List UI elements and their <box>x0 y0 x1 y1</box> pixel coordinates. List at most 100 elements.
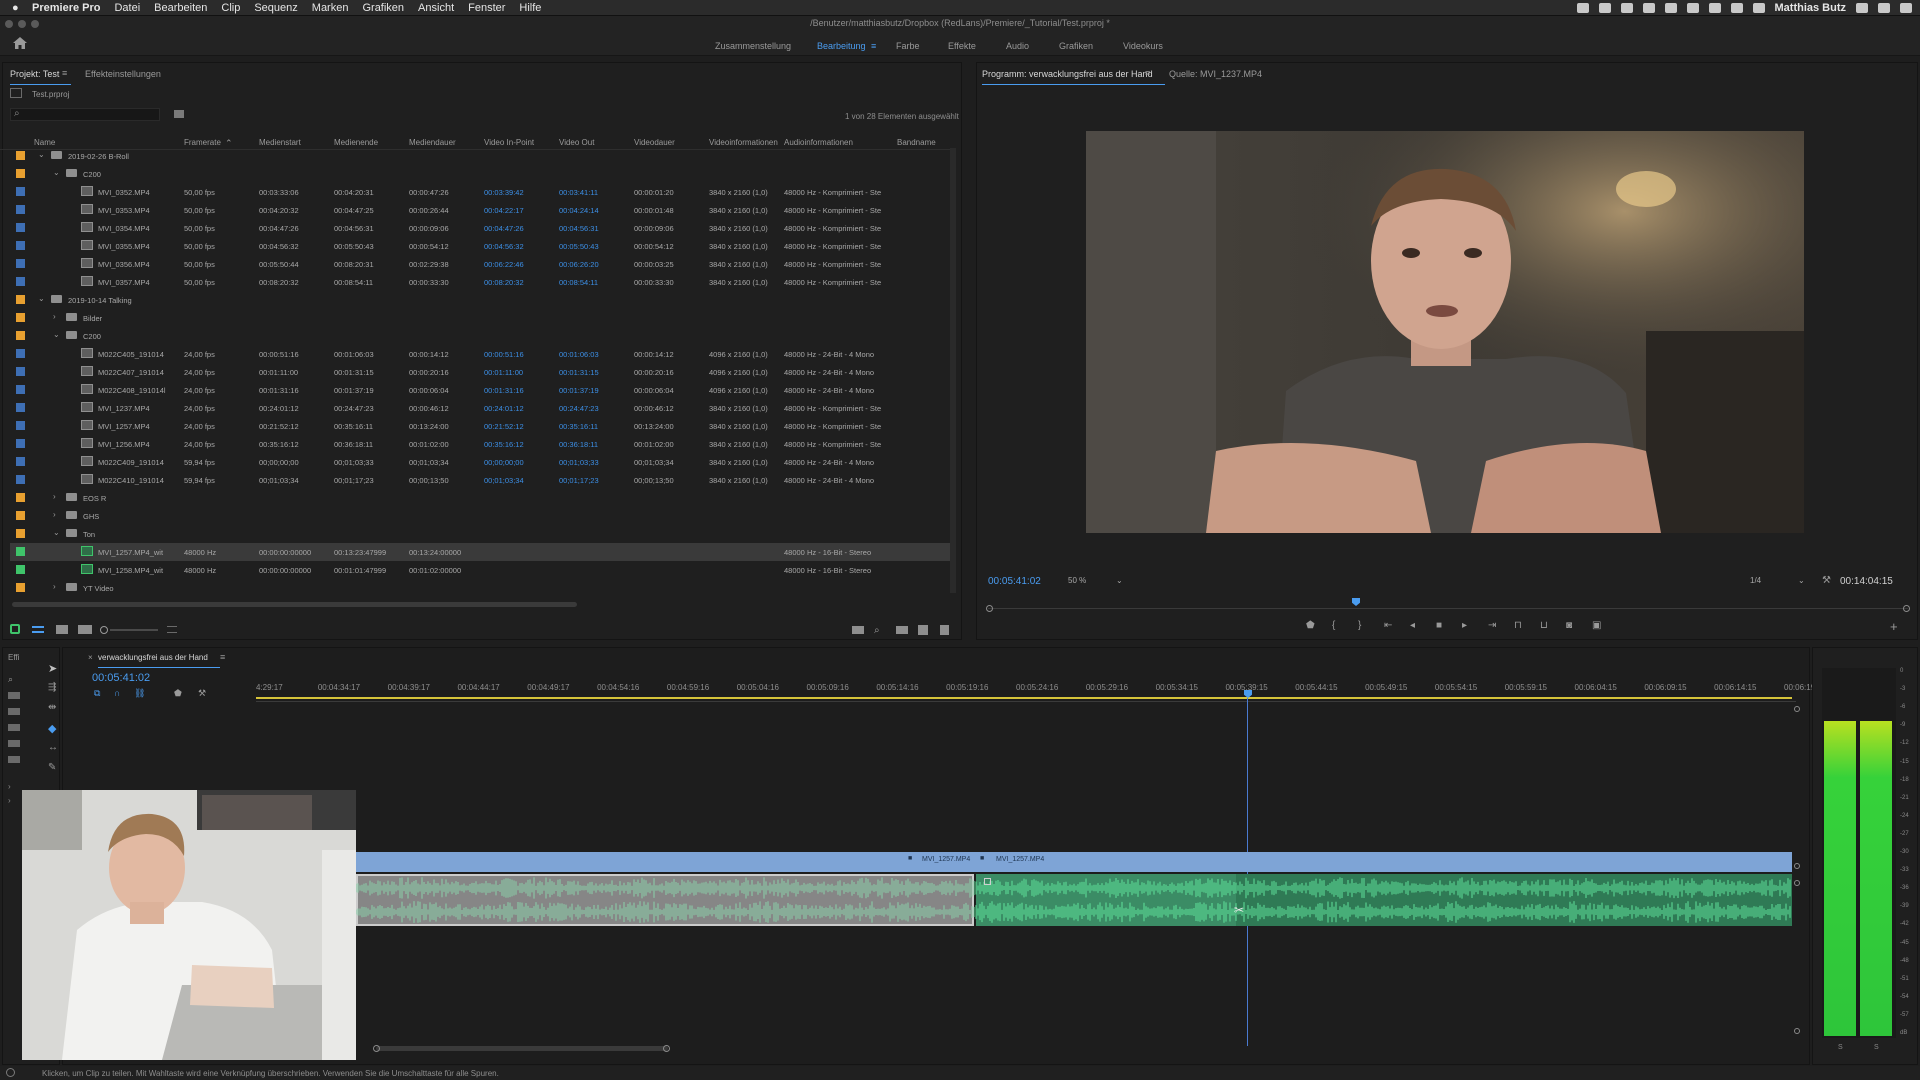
zoom-slider-handle[interactable] <box>100 626 108 634</box>
cloud-sync-icon[interactable] <box>1664 3 1677 13</box>
label-color-swatch[interactable] <box>16 475 25 484</box>
bin-row[interactable]: › GHS <box>10 507 956 525</box>
new-bin-from-search-icon[interactable] <box>174 110 184 118</box>
bin-row[interactable]: ⌄ C200 <box>10 165 956 183</box>
go-to-in-icon[interactable]: ⇤ <box>1384 620 1392 631</box>
label-color-swatch[interactable] <box>16 205 25 214</box>
clip-row[interactable]: MVI_1256.MP4 24,00 fps 00:35:16:12 00:36:18… <box>10 435 956 453</box>
snap-icon[interactable]: ∩ <box>114 688 120 698</box>
bin-row[interactable]: ⌄ C200 <box>10 327 956 345</box>
bin-row[interactable]: › YT Video <box>10 579 956 597</box>
cell-in[interactable]: 00:03:39:42 <box>484 188 524 197</box>
cell-in[interactable]: 00:35:16:12 <box>484 440 524 449</box>
button-editor-plus-icon[interactable]: + <box>1890 619 1898 634</box>
item-name[interactable]: Bilder <box>83 314 102 323</box>
dropbox-icon[interactable] <box>1642 3 1655 13</box>
lift-icon[interactable]: ⊓ <box>1514 620 1522 631</box>
clip-row[interactable]: M022C407_191014 24,00 fps 00:01:11:00 00:01… <box>10 363 956 381</box>
timeline-settings-wrench-icon[interactable]: ⚒ <box>198 688 206 699</box>
apple-icon[interactable]: ● <box>12 2 32 14</box>
menu-hilfe[interactable]: Hilfe <box>519 2 541 14</box>
label-color-swatch[interactable] <box>16 457 25 466</box>
item-name[interactable]: GHS <box>83 512 99 521</box>
label-color-swatch[interactable] <box>16 331 25 340</box>
tab-effect-controls[interactable]: Effekteinstellungen <box>85 69 161 79</box>
label-color-swatch[interactable] <box>16 349 25 358</box>
effects-search-icon[interactable]: ⌕ <box>8 674 13 685</box>
menu-user[interactable]: Matthias Butz <box>1775 2 1847 14</box>
label-color-swatch[interactable] <box>16 151 25 160</box>
notification-center-icon[interactable] <box>1900 3 1912 13</box>
label-color-swatch[interactable] <box>16 493 25 502</box>
find-icon[interactable]: ⌕ <box>874 625 880 636</box>
cell-out[interactable]: 00:04:24:14 <box>559 206 599 215</box>
workspace-farbe[interactable]: Farbe <box>896 41 920 51</box>
lock-icon[interactable] <box>10 624 20 634</box>
twirl-closed-icon[interactable]: › <box>53 492 56 501</box>
clip-row[interactable]: M022C409_191014 59,94 fps 00;00;00;00 00;01… <box>10 453 956 471</box>
item-name[interactable]: MVI_1256.MP4 <box>98 440 150 449</box>
item-name[interactable]: 2019-10-14 Talking <box>68 296 132 305</box>
solo-left-button[interactable]: S <box>1838 1044 1843 1051</box>
label-color-swatch[interactable] <box>16 259 25 268</box>
item-name[interactable]: MVI_1257.MP4 <box>98 422 150 431</box>
bluetooth-icon[interactable] <box>1708 3 1721 13</box>
sequence-menu-icon[interactable]: ≡ <box>220 652 225 662</box>
cell-out[interactable]: 00:04:56:31 <box>559 224 599 233</box>
cell-in[interactable]: 00:00:51:16 <box>484 350 524 359</box>
project-horizontal-scrollbar[interactable] <box>12 602 577 607</box>
col-medienende[interactable]: Medienende <box>334 138 378 147</box>
sort-icon[interactable] <box>167 626 177 633</box>
workspace-zusammenstellung[interactable]: Zusammenstellung <box>715 41 791 51</box>
clip-row[interactable]: M022C410_191014 59,94 fps 00;01;03;34 00;01… <box>10 471 956 489</box>
item-name[interactable]: EOS R <box>83 494 106 503</box>
cell-out[interactable]: 00:06:26:20 <box>559 260 599 269</box>
col-audioinformationen[interactable]: Audioinformationen <box>784 138 853 147</box>
cell-out[interactable]: 00:01:06:03 <box>559 350 599 359</box>
track-expand-icon[interactable]: › <box>8 782 11 791</box>
item-name[interactable]: Ton <box>83 530 95 539</box>
twirl-open-icon[interactable]: ⌄ <box>38 294 45 303</box>
clip-row[interactable]: MVI_0352.MP4 50,00 fps 00:03:33:06 00:04:20… <box>10 183 956 201</box>
item-name[interactable]: MVI_1237.MP4 <box>98 404 150 413</box>
zoom-slider[interactable] <box>110 629 158 631</box>
effects-bin-icon[interactable] <box>8 740 20 747</box>
item-name[interactable]: M022C405_191014 <box>98 350 164 359</box>
cell-out[interactable]: 00:01:37:19 <box>559 386 599 395</box>
label-color-swatch[interactable] <box>16 277 25 286</box>
timeline-zoom-handle-left[interactable] <box>373 1045 380 1052</box>
cell-out[interactable]: 00:24:47:23 <box>559 404 599 413</box>
menu-marken[interactable]: Marken <box>312 2 349 14</box>
scroll-handle-top[interactable] <box>1794 706 1800 712</box>
timeline-zoom-handle-right[interactable] <box>663 1045 670 1052</box>
col-mediendauer[interactable]: Mediendauer <box>409 138 456 147</box>
scroll-handle-bottom[interactable] <box>1794 1028 1800 1034</box>
eye-icon[interactable] <box>1620 3 1633 13</box>
cell-in[interactable]: 00:04:22:17 <box>484 206 524 215</box>
workspace-videokurs[interactable]: Videokurs <box>1123 41 1163 51</box>
twirl-closed-icon[interactable]: › <box>53 582 56 591</box>
cell-out[interactable]: 00:03:41:11 <box>559 188 598 197</box>
panel-menu-icon[interactable]: ≡ <box>62 68 67 78</box>
camera-icon[interactable]: ◙ <box>1566 620 1572 631</box>
col-medienstart[interactable]: Medienstart <box>259 138 301 147</box>
cloud-icon[interactable] <box>1598 3 1611 13</box>
item-name[interactable]: MVI_0357.MP4 <box>98 278 150 287</box>
razor-tool-icon[interactable]: ◆ <box>48 722 56 735</box>
clip-row[interactable]: MVI_0355.MP4 50,00 fps 00:04:56:32 00:05:50… <box>10 237 956 255</box>
scroll-handle-mid[interactable] <box>1794 880 1800 886</box>
cell-in[interactable]: 00;01;03;34 <box>484 476 524 485</box>
stop-icon[interactable]: ■ <box>1436 620 1442 631</box>
item-name[interactable]: MVI_0356.MP4 <box>98 260 150 269</box>
step-forward-icon[interactable]: ▸ <box>1462 620 1467 631</box>
menu-sequenz[interactable]: Sequenz <box>254 2 297 14</box>
label-color-swatch[interactable] <box>16 403 25 412</box>
clip-row[interactable]: MVI_1257.MP4_wit 48000 Hz 00:00:00:00000 00… <box>10 543 956 561</box>
menu-datei[interactable]: Datei <box>114 2 140 14</box>
cell-in[interactable]: 00:21:52:12 <box>484 422 524 431</box>
clip-row[interactable]: MVI_1237.MP4 24,00 fps 00:24:01:12 00:24:47… <box>10 399 956 417</box>
col-framerate[interactable]: Framerate <box>184 138 221 147</box>
clip-row[interactable]: MVI_0353.MP4 50,00 fps 00:04:20:32 00:04:47… <box>10 201 956 219</box>
clip-row[interactable]: MVI_1258.MP4_wit 48000 Hz 00:00:00:00000 00… <box>10 561 956 579</box>
program-scrub-bar[interactable] <box>986 598 1910 612</box>
